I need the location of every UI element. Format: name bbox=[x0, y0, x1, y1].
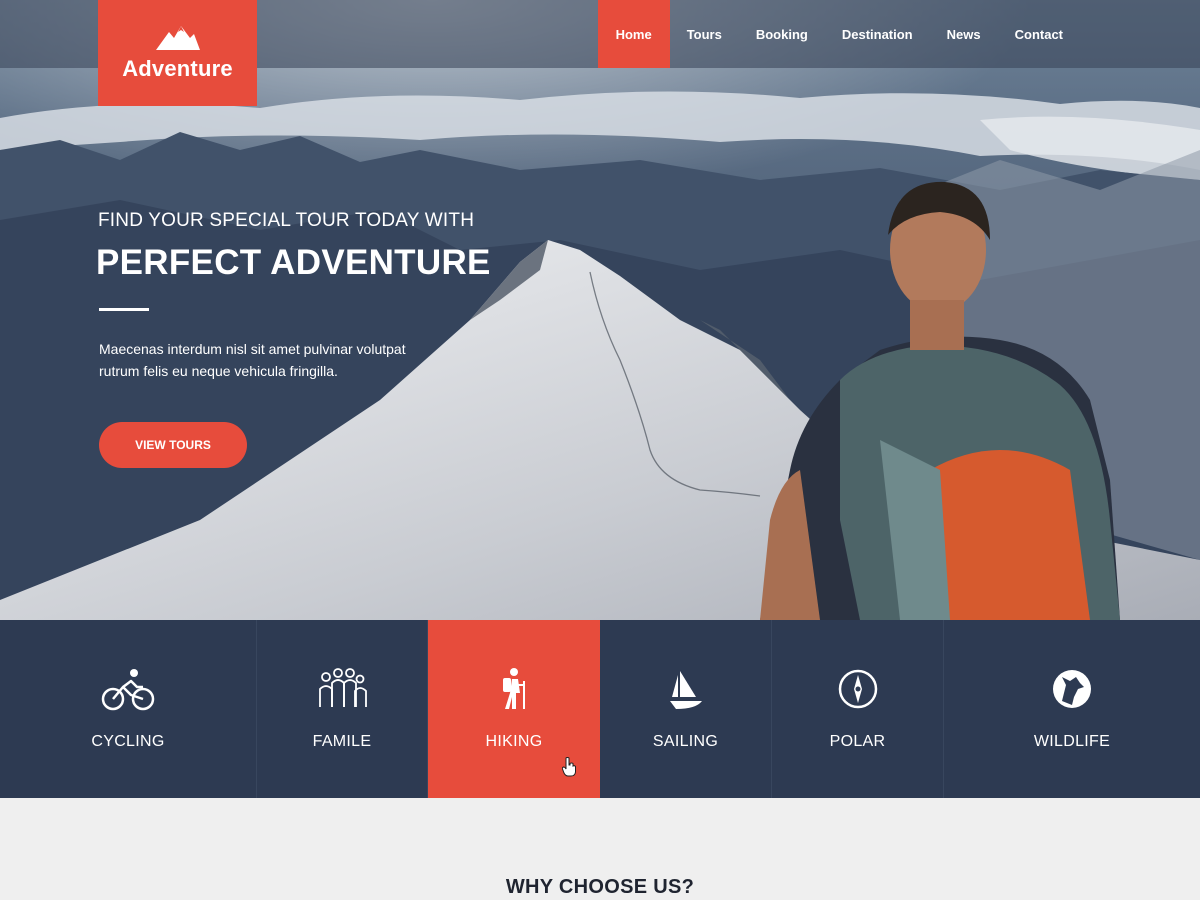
section-title: WHY CHOOSE US? bbox=[505, 876, 695, 898]
pointer-cursor-icon bbox=[562, 757, 576, 777]
category-label: SAILING bbox=[652, 733, 719, 750]
logo-text: Adventure bbox=[122, 56, 233, 81]
nav-news[interactable]: News bbox=[930, 0, 998, 68]
hero-subtitle: FIND YOUR SPECIAL TOUR TODAY WITH bbox=[98, 210, 475, 231]
mountain-logo-icon bbox=[155, 26, 200, 50]
view-tours-button[interactable]: VIEW TOURS bbox=[99, 422, 247, 468]
nav-home[interactable]: Home bbox=[597, 0, 670, 68]
sailboat-icon bbox=[658, 666, 714, 712]
compass-icon bbox=[830, 666, 886, 712]
category-label: HIKING bbox=[485, 733, 543, 750]
category-cycling[interactable]: CYCLING bbox=[0, 620, 257, 798]
nav-contact[interactable]: Contact bbox=[998, 0, 1080, 68]
wolf-icon bbox=[1044, 666, 1100, 712]
family-icon bbox=[314, 666, 370, 712]
category-polar[interactable]: POLAR bbox=[772, 620, 944, 798]
hero-description: Maecenas interdum nisl sit amet pulvinar… bbox=[99, 341, 406, 379]
nav-booking[interactable]: Booking bbox=[739, 0, 825, 68]
category-sailing[interactable]: SAILING bbox=[600, 620, 772, 798]
category-famile[interactable]: FAMILE bbox=[257, 620, 428, 798]
category-wildlife[interactable]: WILDLIFE bbox=[944, 620, 1200, 798]
site-logo[interactable]: Adventure bbox=[98, 0, 257, 106]
nav-tours[interactable]: Tours bbox=[670, 0, 739, 68]
category-label: FAMILE bbox=[312, 733, 372, 750]
hiker-icon bbox=[486, 666, 542, 712]
cyclist-icon bbox=[100, 666, 156, 712]
category-label: WILDLIFE bbox=[1033, 733, 1111, 750]
category-label: CYCLING bbox=[91, 733, 165, 750]
hero-section: Adventure Home Tours Booking Destination… bbox=[0, 0, 1200, 620]
category-strip: CYCLING FAMILE HIKING SAILING POLAR WILD… bbox=[0, 620, 1200, 798]
nav-destination[interactable]: Destination bbox=[825, 0, 930, 68]
hero-divider bbox=[99, 308, 149, 311]
hero-title: PERFECT ADVENTURE bbox=[96, 243, 491, 282]
why-choose-us-section: WHY CHOOSE US? bbox=[0, 798, 1200, 900]
category-label: POLAR bbox=[829, 733, 886, 750]
main-nav: Home Tours Booking Destination News Cont… bbox=[597, 0, 1080, 68]
